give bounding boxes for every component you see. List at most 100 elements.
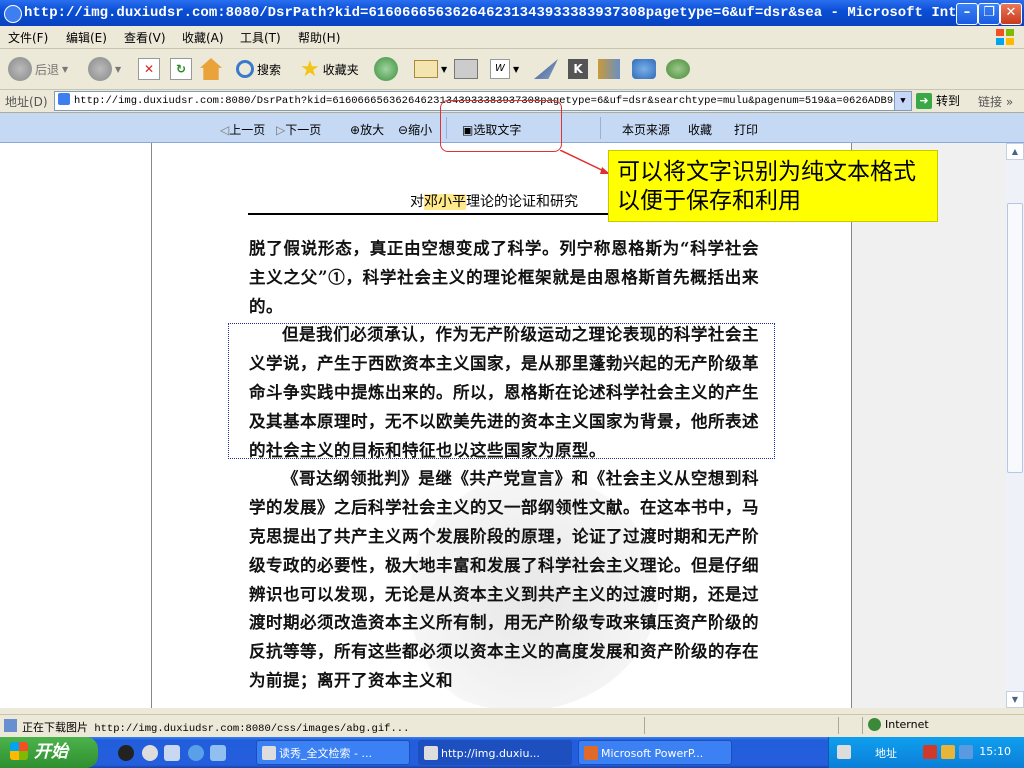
- page-border-right: [851, 143, 852, 708]
- page-header: 对邓小平理论的论证和研究: [248, 187, 753, 217]
- security-zone: Internet: [868, 718, 929, 731]
- print-page-button[interactable]: 打印: [734, 121, 758, 138]
- title-bar: http://img.duxiudsr.com:8080/DsrPath?kid…: [0, 0, 1024, 26]
- ie-task-icon: [262, 746, 276, 760]
- download-page-icon: [4, 719, 17, 732]
- triangle-right-icon: ▷: [276, 123, 286, 137]
- stop-icon: ✕: [138, 58, 160, 80]
- next-page-button[interactable]: ▷下一页: [276, 121, 321, 138]
- toolbar-divider: [600, 117, 601, 139]
- ie-icon: [4, 5, 22, 23]
- task-duxiu-search[interactable]: 读秀_全文检索 - ...: [256, 740, 410, 765]
- forward-arrow-icon: [88, 57, 112, 81]
- standard-toolbar: 后退 ▼ ▼ ✕ ↻ 搜索 ★ 收藏夹 ▼ W ▼ K: [0, 49, 1024, 90]
- refresh-button[interactable]: ↻: [170, 55, 192, 83]
- discuss-icon: [632, 59, 656, 79]
- globe-icon: [868, 718, 881, 731]
- star-icon: ★: [300, 56, 320, 82]
- forward-button[interactable]: ▼: [88, 55, 121, 83]
- scroll-up-icon[interactable]: ▲: [1006, 143, 1024, 160]
- task-powerpoint[interactable]: Microsoft PowerP...: [578, 740, 732, 765]
- edit-button[interactable]: W ▼: [490, 55, 519, 83]
- prev-page-button[interactable]: ◁上一页: [220, 121, 265, 138]
- home-button[interactable]: [200, 55, 222, 83]
- scroll-down-icon[interactable]: ▼: [1006, 691, 1024, 708]
- page-icon: [58, 93, 70, 105]
- k-tray-icon[interactable]: [923, 745, 937, 759]
- k-button[interactable]: K: [568, 55, 588, 83]
- stop-button[interactable]: ✕: [138, 55, 160, 83]
- media-player-icon[interactable]: [142, 745, 158, 761]
- desktop-icon[interactable]: [164, 745, 180, 761]
- printer-icon: [454, 59, 478, 79]
- history-icon: [374, 57, 398, 81]
- k-icon: K: [568, 59, 588, 79]
- paragraph: 脱了假说形态，真正由空想变成了科学。列宁称恩格斯为“科学社会主义之父”①，科学社…: [249, 239, 759, 316]
- highlighted-term: 邓小平: [424, 194, 466, 210]
- users-icon: [666, 59, 690, 79]
- scroll-thumb[interactable]: [1007, 203, 1023, 473]
- running-title: 对邓小平理论的论证和研究: [410, 194, 578, 210]
- paragraph: 《哥达纲领批判》是继《共产党宣言》和《社会主义从空想到科学的发展》之后科学社会主…: [249, 469, 759, 690]
- quicklaunch-arrow-icon[interactable]: [210, 745, 226, 761]
- favorites-button[interactable]: ★ 收藏夹: [300, 55, 359, 83]
- mail-icon: [414, 60, 438, 78]
- home-icon: [200, 58, 222, 80]
- network-icon[interactable]: [959, 745, 973, 759]
- address-label: 地址(D): [5, 95, 48, 109]
- page-border-left: [151, 143, 152, 708]
- document-viewport[interactable]: 对邓小平理论的论证和研究 脱了假说形态，真正由空想变成了科学。列宁称恩格斯为“科…: [0, 143, 1006, 708]
- menu-edit[interactable]: 编辑(E): [66, 29, 107, 46]
- menu-help[interactable]: 帮助(H): [298, 29, 340, 46]
- tray-address-toolbar[interactable]: 地址: [875, 745, 897, 761]
- page-margin-right: [852, 143, 1006, 708]
- menu-favorites[interactable]: 收藏(A): [182, 29, 224, 46]
- windows-logo-icon: [996, 29, 1014, 45]
- system-tray: 地址 15:10: [828, 737, 1024, 768]
- clock: 15:10: [979, 745, 1011, 758]
- close-button[interactable]: ✕: [1000, 3, 1022, 25]
- vertical-scrollbar[interactable]: ▲ ▼: [1006, 143, 1024, 708]
- page-body: 脱了假说形态，真正由空想变成了科学。列宁称恩格斯为“科学社会主义之父”①，科学社…: [249, 235, 759, 696]
- zoom-in-button[interactable]: ⊕放大: [350, 121, 384, 138]
- favorite-button[interactable]: 收藏: [688, 121, 712, 138]
- print-button[interactable]: [454, 55, 478, 83]
- status-divider: [644, 717, 645, 734]
- messenger-button[interactable]: [534, 55, 558, 83]
- maximize-button[interactable]: ❐: [978, 3, 1000, 25]
- text-selection-box[interactable]: [228, 323, 775, 459]
- zoom-out-icon: ⊖: [398, 123, 409, 137]
- status-bar: 正在下载图片 http://img.duxiudsr.com:8080/css/…: [0, 714, 1024, 737]
- zoom-in-icon: ⊕: [350, 123, 361, 137]
- qq-icon[interactable]: [118, 745, 134, 761]
- zoom-out-button[interactable]: ⊖缩小: [398, 121, 432, 138]
- taskbar: 开始 读秀_全文检索 - ... http://img.duxiu... Mic…: [0, 737, 1024, 768]
- history-button[interactable]: [374, 55, 398, 83]
- refresh-icon: ↻: [170, 58, 192, 80]
- minimize-button[interactable]: –: [956, 3, 978, 25]
- keyboard-icon[interactable]: [837, 745, 851, 759]
- back-button[interactable]: 后退 ▼: [8, 55, 68, 83]
- shield-icon[interactable]: [941, 745, 955, 759]
- users-button[interactable]: [666, 55, 690, 83]
- menu-view[interactable]: 查看(V): [124, 29, 166, 46]
- callout-text: 可以将文字识别为纯文本格式以便于保存和利用: [617, 159, 916, 214]
- menu-tools[interactable]: 工具(T): [240, 29, 281, 46]
- status-divider: [838, 717, 839, 734]
- mail-button[interactable]: ▼: [414, 55, 447, 83]
- links-button[interactable]: 链接 »: [978, 93, 1013, 110]
- search-button[interactable]: 搜索: [236, 55, 281, 83]
- status-text: 正在下载图片 http://img.duxiudsr.com:8080/css/…: [22, 721, 410, 735]
- address-dropdown-icon[interactable]: ▼: [894, 92, 911, 110]
- menu-bar: 文件(F) 编辑(E) 查看(V) 收藏(A) 工具(T) 帮助(H): [0, 26, 1024, 49]
- window-title: http://img.duxiudsr.com:8080/DsrPath?kid…: [24, 5, 999, 21]
- task-ie-active[interactable]: http://img.duxiu...: [418, 740, 572, 765]
- related-button[interactable]: [632, 55, 656, 83]
- start-button[interactable]: 开始: [0, 737, 98, 768]
- page-source-button[interactable]: 本页来源: [622, 121, 670, 138]
- ie-task-icon: [424, 746, 438, 760]
- menu-file[interactable]: 文件(F): [8, 29, 48, 46]
- go-button[interactable]: ➜ 转到: [916, 92, 960, 109]
- ie-quicklaunch-icon[interactable]: [188, 745, 204, 761]
- research-button[interactable]: [598, 55, 620, 83]
